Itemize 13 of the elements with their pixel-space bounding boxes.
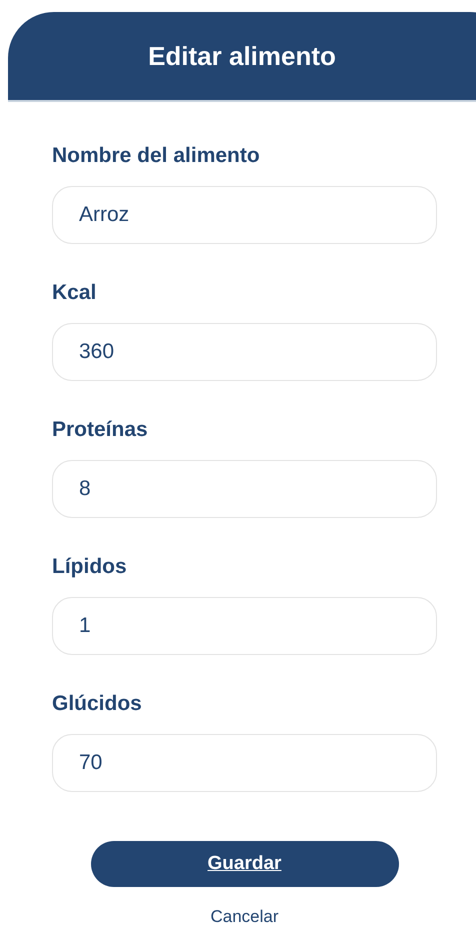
save-button[interactable]: Guardar — [90, 841, 398, 887]
cancel-link[interactable]: Cancelar — [210, 907, 279, 927]
field-label: Proteínas — [52, 418, 149, 443]
field-label: Glúcidos — [52, 692, 143, 717]
page-title: Editar alimento — [148, 40, 336, 72]
input-field[interactable]: 360 — [52, 323, 437, 381]
field-label: Nombre del alimento — [52, 144, 261, 169]
input-field[interactable]: Arroz — [52, 186, 437, 244]
field-label: Lípidos — [52, 555, 128, 580]
input-field[interactable]: 70 — [52, 734, 437, 792]
field-label: Kcal — [52, 281, 98, 306]
input-field[interactable]: 1 — [52, 597, 437, 655]
input-field[interactable]: 8 — [52, 460, 437, 518]
